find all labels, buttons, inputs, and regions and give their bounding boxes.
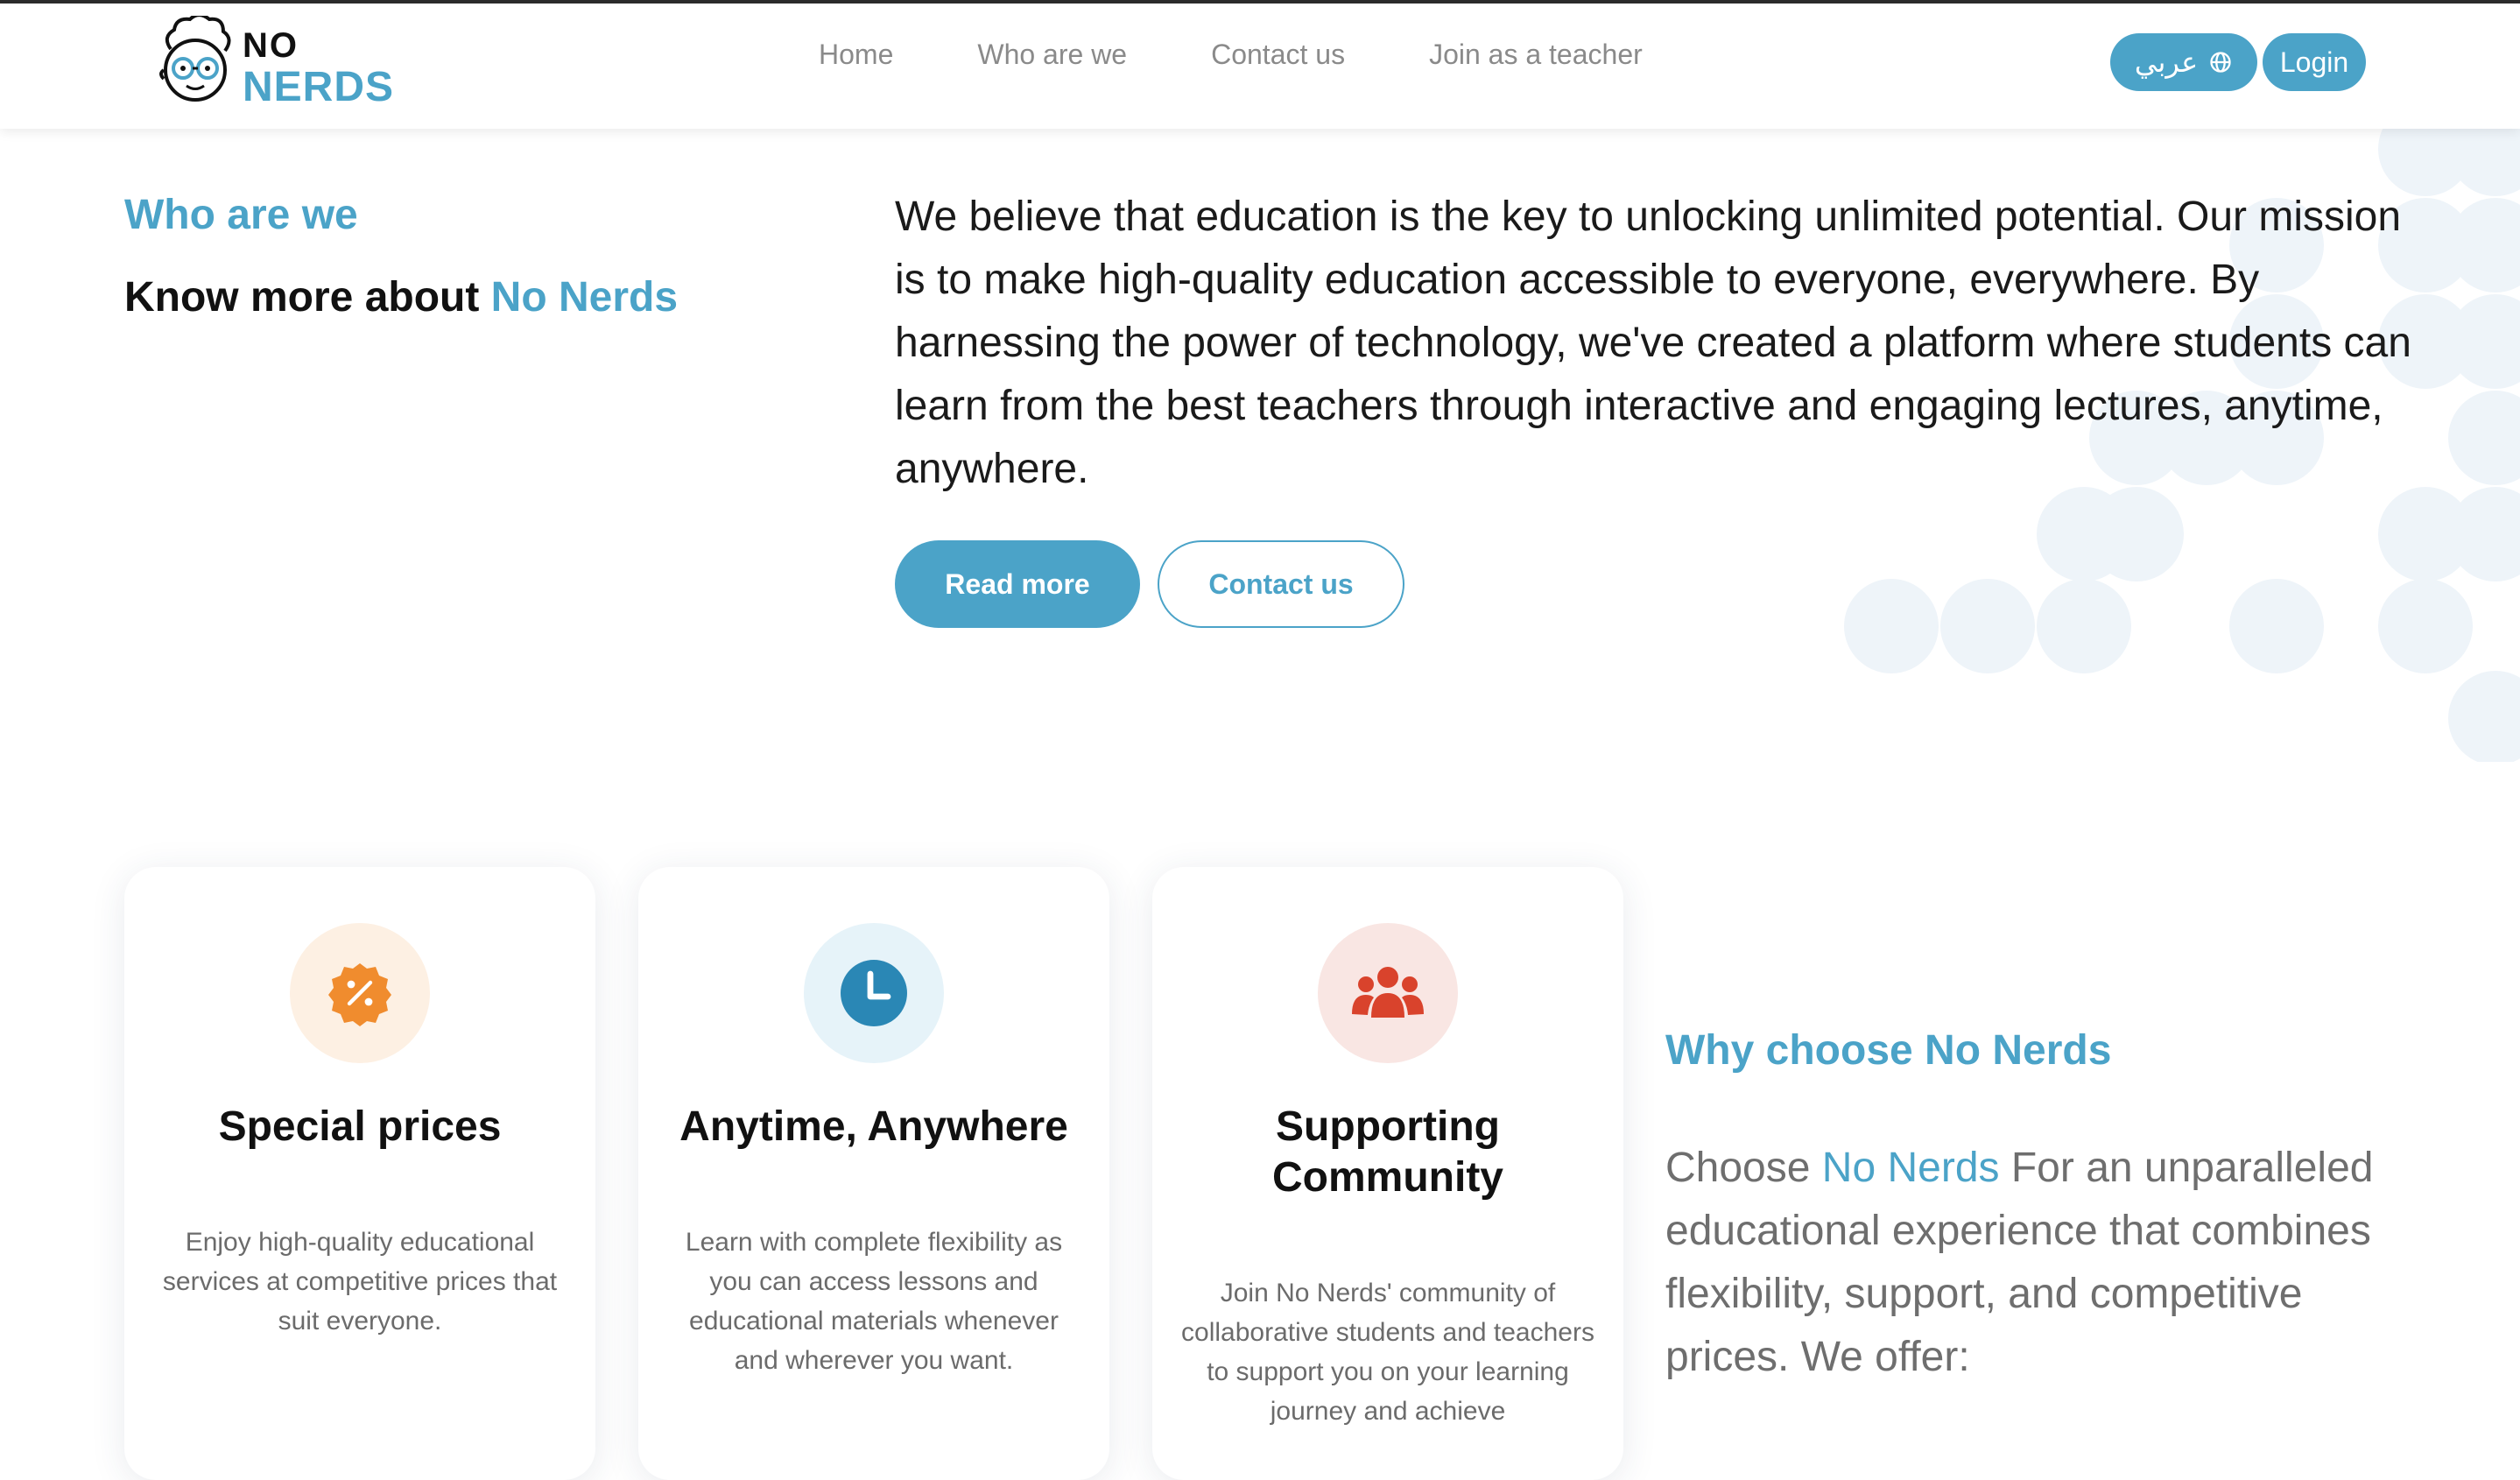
about-title-accent: No Nerds [490,274,679,321]
feature-icon-circle [804,923,944,1063]
feature-title: Special prices [218,1103,502,1150]
why-description: Choose No Nerds For an unparalleled educ… [1665,1137,2418,1389]
contact-us-button[interactable]: Contact us [1158,540,1404,628]
feature-card-special-prices: Special prices Enjoy high-quality educat… [124,867,595,1480]
login-button[interactable]: Login [2263,33,2366,91]
nav-join-as-teacher[interactable]: Join as a teacher [1429,39,1643,71]
feature-icon-circle [1318,923,1458,1063]
feature-description: Enjoy high-quality educational services … [162,1228,558,1336]
feature-title: Supporting Community [1272,1103,1503,1201]
feature-icon-circle [290,923,430,1063]
feature-card-supporting-community: Supporting Community Join No Nerds' comm… [1152,867,1623,1480]
feature-description: Join No Nerds' community of collaborativ… [1181,1279,1594,1426]
site-header: NO NERDS Home Who are we Contact us Join… [0,4,2520,129]
read-more-button[interactable]: Read more [895,540,1140,628]
logo-text-bottom: NERDS [243,64,395,110]
about-title-prefix: Know more about [124,274,491,321]
language-toggle-button[interactable]: عربي [2110,33,2257,91]
logo-text-top: NO [243,26,299,65]
clock-icon [841,960,907,1026]
nerd-mascot-icon [159,13,231,102]
feature-description: Learn with complete flexibility as you c… [685,1228,1063,1375]
globe-icon [2210,52,2231,73]
nav-contact-us[interactable]: Contact us [1211,39,1345,71]
about-section-title: Know more about No Nerds [124,273,678,321]
feature-card-anytime-anywhere: Anytime, Anywhere Learn with complete fl… [638,867,1109,1480]
nav-who-are-we[interactable]: Who are we [977,39,1127,71]
nav-home[interactable]: Home [819,39,893,71]
about-description: We believe that education is the key to … [895,194,2411,492]
percent-badge-icon [328,963,391,1026]
main-nav: Home Who are we Contact us Join as a tea… [819,39,1727,71]
logo[interactable]: NO NERDS [151,13,414,112]
feature-title: Anytime, Anywhere [679,1103,1068,1150]
about-section-label: Who are we [124,192,358,238]
community-icon [1352,967,1424,1018]
why-text-accent: No Nerds [1821,1145,2000,1191]
why-section-label: Why choose No Nerds [1665,1027,2112,1074]
why-text-prefix: Choose [1665,1145,1822,1191]
language-label: عربي [2134,46,2199,78]
